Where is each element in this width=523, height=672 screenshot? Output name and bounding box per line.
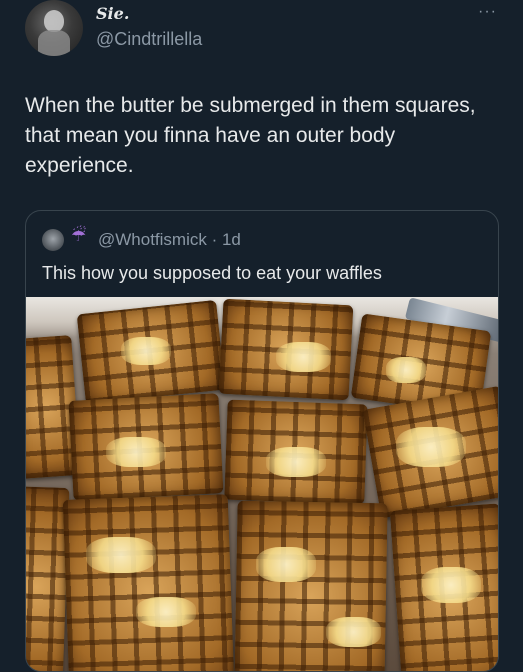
quoted-author-avatar[interactable] (42, 229, 64, 251)
author-handle[interactable]: @Cindtrillella (96, 29, 202, 50)
quoted-tweet-text: This how you supposed to eat your waffle… (42, 263, 382, 283)
quoted-author-handle-time[interactable]: @Whotfismick · 1d (98, 230, 241, 250)
butter-pat (106, 437, 166, 467)
avatar-face (44, 10, 64, 32)
butter-pat (86, 537, 156, 573)
more-options-icon[interactable]: ··· (478, 4, 497, 20)
author-avatar[interactable] (25, 0, 83, 56)
umbrella-emoji-icon: ☔ (71, 226, 87, 245)
butter-pat (266, 447, 326, 477)
tweet-text: When the butter be submerged in them squ… (25, 94, 476, 177)
butter-pat (276, 342, 331, 372)
avatar-body (38, 30, 70, 56)
quoted-tweet-card[interactable]: ☔ @Whotfismick · 1d This how you suppose… (25, 210, 499, 672)
author-display-name[interactable]: Sie. (96, 4, 129, 23)
butter-pat (386, 357, 426, 383)
butter-pat (396, 427, 466, 467)
waffles-photo[interactable] (26, 297, 498, 671)
butter-pat (121, 337, 171, 365)
butter-pat (421, 567, 481, 603)
waffle-piece (62, 494, 235, 671)
butter-pat (326, 617, 381, 647)
butter-pat (136, 597, 196, 627)
butter-pat (256, 547, 316, 582)
